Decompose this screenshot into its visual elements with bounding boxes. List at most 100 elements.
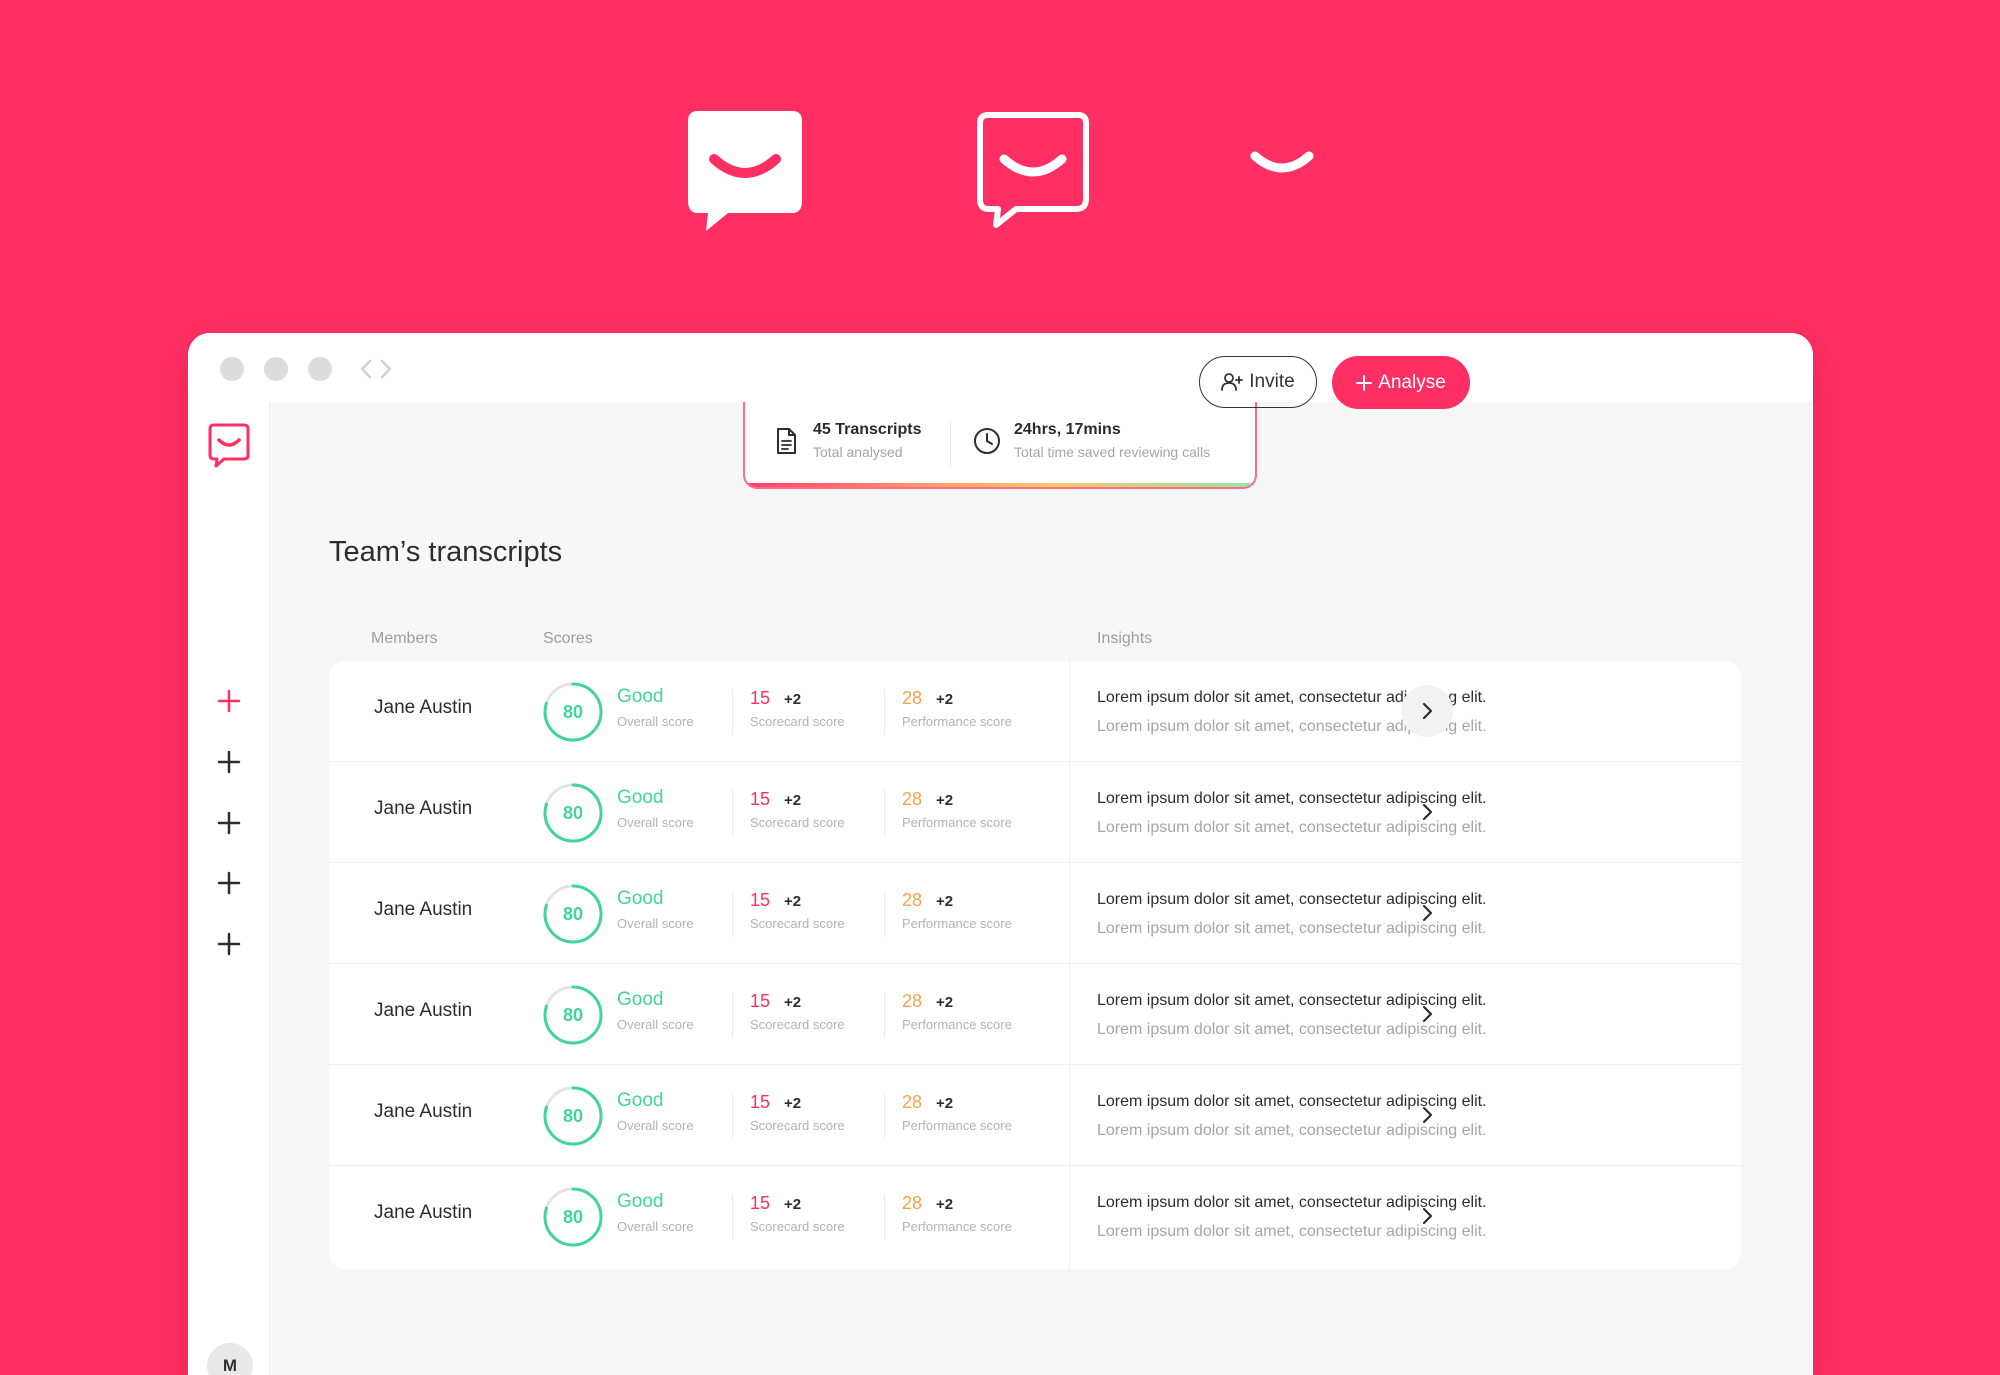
score-divider [732,992,733,1038]
performance-score: 28 +2 Performance score [902,788,1012,832]
overall-score-label: Good [617,1191,664,1212]
score-divider [884,790,885,836]
overall-score-label: Good [617,686,664,707]
transcripts-table: Jane Austin 80 Good Overall score 15 +2 Scorec… [329,661,1741,1269]
overall-score-label: Good [617,787,664,808]
scorecard-score: 15 +2 Scorecard score [750,990,845,1034]
sidebar-item-1[interactable] [215,687,243,715]
table-row[interactable]: Jane Austin 80 Good Overall score 15 +2 Scorec… [329,762,1741,863]
score-divider [732,790,733,836]
performance-score-value: 28 [902,789,923,809]
member-name: Jane Austin [374,798,473,819]
score-divider [732,891,733,937]
score-divider [732,689,733,735]
scorecard-score-caption: Scorecard score [750,815,845,830]
scorecard-score: 15 +2 Scorecard score [750,889,845,933]
performance-score: 28 +2 Performance score [902,889,1012,933]
insights-divider [1069,762,1070,862]
sidebar-item-3[interactable] [215,809,243,837]
avatar[interactable]: M [207,1343,253,1375]
scorecard-score-caption: Scorecard score [750,916,845,931]
performance-score-delta: +2 [936,994,954,1011]
scorecard-score-value: 15 [750,688,771,708]
overall-score-value: 80 [562,1105,584,1126]
performance-score-value: 28 [902,890,923,910]
overall-score: Good Overall score [617,887,694,933]
table-row[interactable]: Jane Austin 80 Good Overall score 15 +2 Scorec… [329,1166,1741,1269]
scorecard-score-caption: Scorecard score [750,1118,845,1133]
row-open-button[interactable] [1401,786,1453,838]
insights-divider [1069,1166,1070,1269]
table-row[interactable]: Jane Austin 80 Good Overall score 15 +2 Scorec… [329,863,1741,964]
invite-button[interactable]: Invite [1199,356,1317,408]
insights-divider [1069,661,1070,761]
member-name: Jane Austin [374,1202,473,1223]
chevron-right-icon [1422,904,1433,922]
table-row[interactable]: Jane Austin 80 Good Overall score 15 +2 Scorec… [329,1065,1741,1166]
performance-score-caption: Performance score [902,916,1012,931]
performance-score-caption: Performance score [902,1219,1012,1234]
stat-time-subtitle: Total time saved reviewing calls [1014,444,1211,460]
window-minimize-dot[interactable] [264,357,288,381]
window-close-dot[interactable] [220,357,244,381]
performance-score-caption: Performance score [902,1118,1012,1133]
scorecard-score-delta: +2 [784,1196,802,1213]
chevron-right-icon [1422,1005,1433,1023]
performance-score-value: 28 [902,1092,923,1112]
scorecard-score-delta: +2 [784,994,802,1011]
scorecard-score-value: 15 [750,789,771,809]
outline-speech-bubble-logo [976,111,1090,233]
overall-score-value: 80 [562,903,584,924]
table-row[interactable]: Jane Austin 80 Good Overall score 15 +2 Scorec… [329,661,1741,762]
sidebar-item-4[interactable] [215,869,243,897]
scorecard-score-value: 15 [750,1193,771,1213]
plus-icon [217,871,241,895]
overall-score-ring: 80 [542,782,604,844]
scorecard-score: 15 +2 Scorecard score [750,1091,845,1135]
performance-score-caption: Performance score [902,1017,1012,1032]
chevron-right-icon [1422,1106,1433,1124]
row-open-button[interactable] [1401,1089,1453,1141]
performance-score-value: 28 [902,688,923,708]
score-divider [884,891,885,937]
chevron-right-icon [1422,803,1433,821]
overall-score-caption: Overall score [617,714,694,729]
smile-mark-logo [1250,148,1314,178]
plus-icon [217,811,241,835]
chevron-right-icon [1422,702,1433,720]
overall-score-caption: Overall score [617,1118,694,1133]
overall-score: Good Overall score [617,1190,694,1236]
row-open-button[interactable] [1401,1190,1453,1242]
sidebar-item-5[interactable] [215,930,243,958]
row-open-button[interactable] [1401,887,1453,939]
performance-score-caption: Performance score [902,815,1012,830]
overall-score-ring: 80 [542,883,604,945]
overall-score-ring: 80 [542,1085,604,1147]
score-divider [884,689,885,735]
nav-arrows-icon[interactable] [356,355,396,383]
score-divider [884,1093,885,1139]
window-maximize-dot[interactable] [308,357,332,381]
table-row[interactable]: Jane Austin 80 Good Overall score 15 +2 Scorec… [329,964,1741,1065]
overall-score: Good Overall score [617,685,694,731]
performance-score: 28 +2 Performance score [902,1091,1012,1135]
overall-score-ring: 80 [542,984,604,1046]
row-open-button[interactable] [1401,988,1453,1040]
performance-score: 28 +2 Performance score [902,687,1012,731]
performance-score-value: 28 [902,991,923,1011]
overall-score-ring: 80 [542,681,604,743]
sidebar-item-2[interactable] [215,748,243,776]
row-open-button[interactable] [1401,685,1453,737]
stat-time-saved: 24hrs, 17mins Total time saved reviewing… [972,420,1210,462]
overall-score-value: 80 [562,1206,584,1227]
performance-score-delta: +2 [936,1196,954,1213]
stats-card: 45 Transcripts Total analysed 24hrs, 17m… [743,402,1257,489]
app-logo-icon[interactable] [208,423,250,474]
scorecard-score: 15 +2 Scorecard score [750,687,845,731]
analyse-button[interactable]: Analyse [1332,356,1470,409]
overall-score: Good Overall score [617,786,694,832]
overall-score-ring: 80 [542,1186,604,1248]
overall-score-caption: Overall score [617,815,694,830]
stats-gradient-bar [745,483,1255,487]
performance-score-delta: +2 [936,691,954,708]
